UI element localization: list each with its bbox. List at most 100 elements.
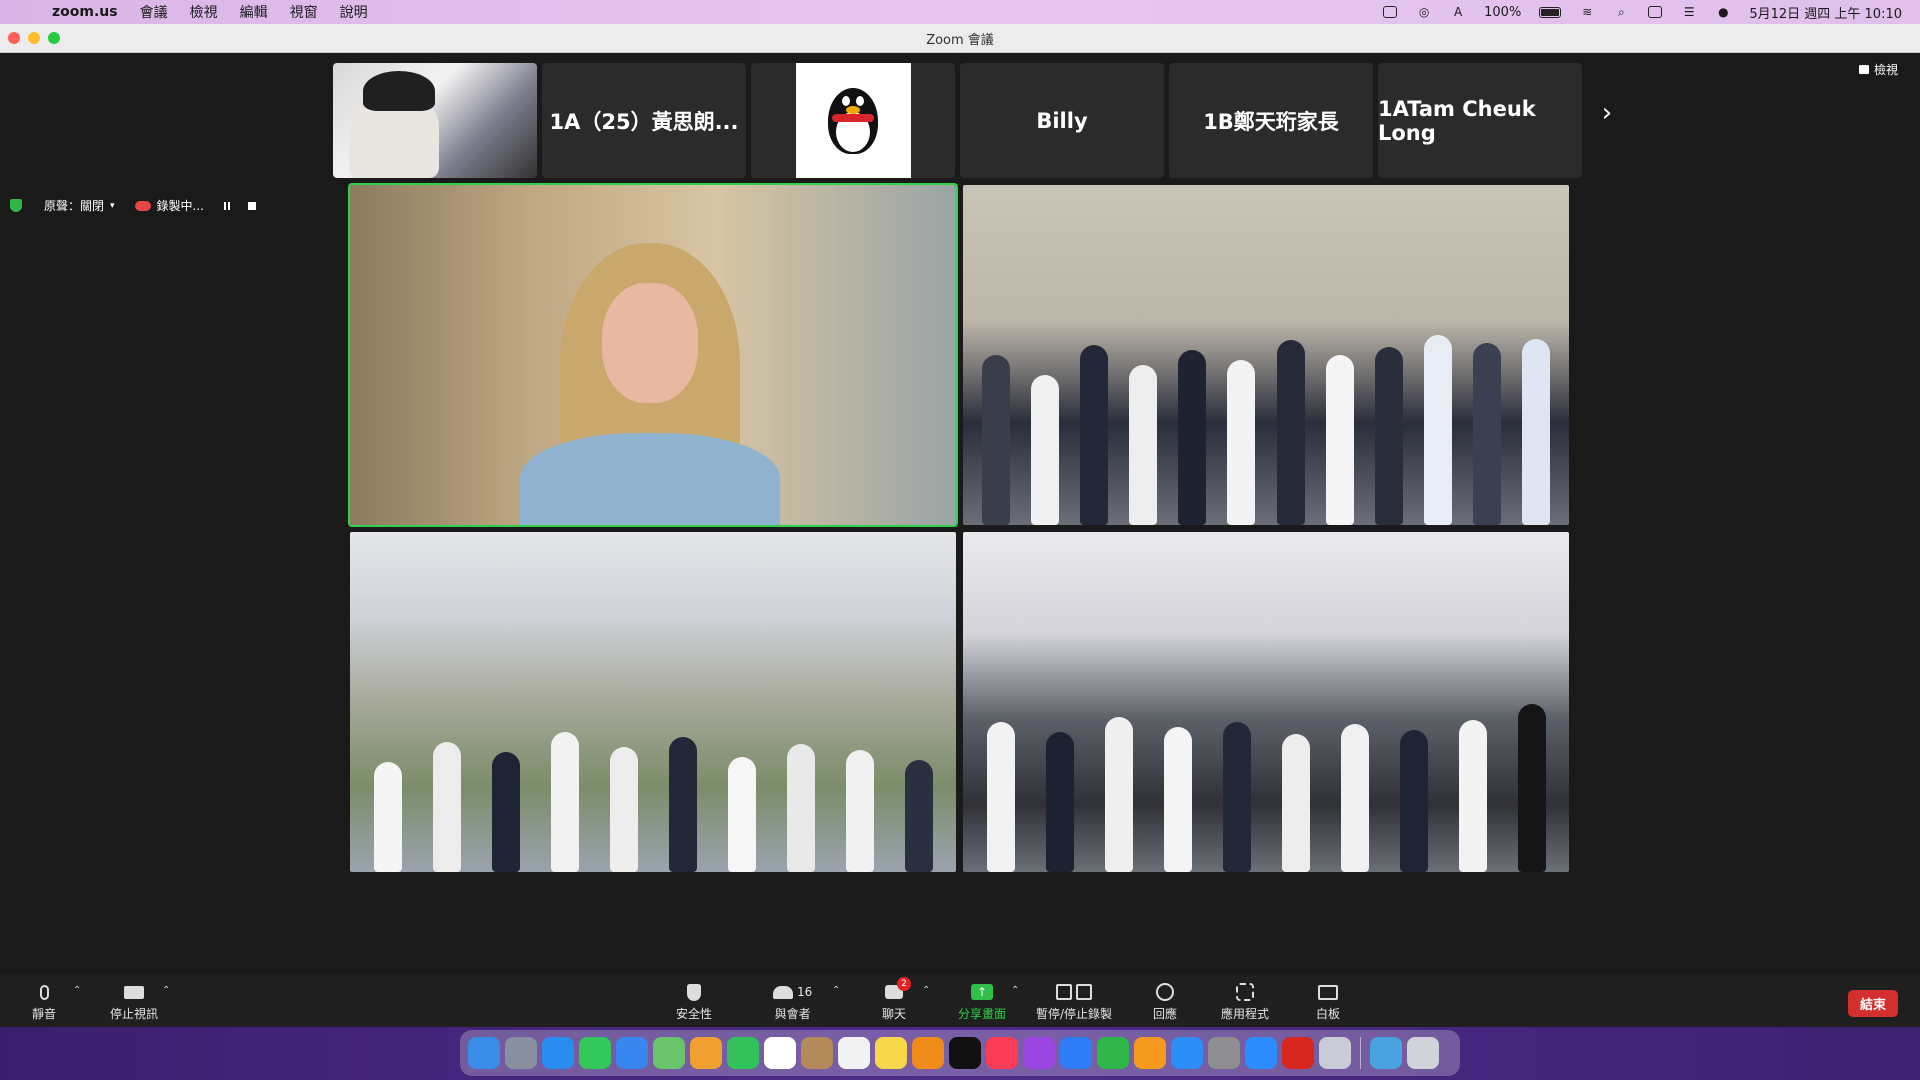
maps-icon[interactable] xyxy=(653,1037,685,1069)
security-button[interactable]: 安全性 xyxy=(676,981,712,1022)
shield-icon xyxy=(687,983,701,1001)
photos-icon[interactable] xyxy=(690,1037,722,1069)
launchpad-icon[interactable] xyxy=(505,1037,537,1069)
search-icon[interactable]: ⌕ xyxy=(1613,5,1629,19)
music-icon[interactable] xyxy=(986,1037,1018,1069)
participant-thumbnail[interactable] xyxy=(751,63,955,178)
menu-edit[interactable]: 編輯 xyxy=(240,2,268,22)
avatar xyxy=(795,63,911,178)
chat-caret-icon[interactable]: ⌃ xyxy=(922,985,930,996)
downloads-folder-icon[interactable] xyxy=(1370,1037,1402,1069)
zoom-icon[interactable] xyxy=(1245,1037,1277,1069)
zoom-status-icon[interactable] xyxy=(1382,5,1398,19)
recording-status: 錄製中... xyxy=(156,199,204,213)
share-screen-icon: ↑ xyxy=(971,984,993,1000)
pause-stop-recording-button[interactable]: 暫停/停止錄製 xyxy=(1036,981,1112,1022)
notes-icon[interactable] xyxy=(875,1037,907,1069)
reminders-icon[interactable] xyxy=(838,1037,870,1069)
maximize-window-button[interactable] xyxy=(48,32,60,44)
participant-thumbnail[interactable]: Billy xyxy=(960,63,1164,178)
control-center-icon[interactable]: ☰ xyxy=(1681,5,1697,19)
safari-icon[interactable] xyxy=(542,1037,574,1069)
participant-thumbnail[interactable] xyxy=(333,63,537,178)
pause-icon xyxy=(1056,984,1073,1000)
share-caret-icon[interactable]: ⌃ xyxy=(1011,985,1019,996)
input-source-icon[interactable]: A xyxy=(1450,5,1466,19)
participants-button[interactable]: 16 與會者 xyxy=(773,981,812,1022)
grid-view-icon xyxy=(1858,65,1869,74)
messages-icon[interactable] xyxy=(579,1037,611,1069)
whiteboard-label: 白板 xyxy=(1316,1007,1341,1021)
menu-window[interactable]: 視窗 xyxy=(290,2,318,22)
chevron-down-icon[interactable]: ▾ xyxy=(110,201,115,211)
pages-icon[interactable] xyxy=(1134,1037,1166,1069)
video-tile[interactable] xyxy=(350,532,956,872)
video-tile[interactable] xyxy=(963,532,1569,872)
podcasts-icon[interactable] xyxy=(1023,1037,1055,1069)
participants-icon xyxy=(773,985,793,999)
participant-thumbnail[interactable]: 1A（25）黃思朗... xyxy=(542,63,746,178)
creative-cloud-icon[interactable]: ◎ xyxy=(1416,5,1432,19)
participants-caret-icon[interactable]: ⌃ xyxy=(832,985,840,996)
mute-button[interactable]: 靜音 xyxy=(32,981,56,1022)
finder-icon[interactable] xyxy=(468,1037,500,1069)
end-meeting-button[interactable]: 結束 xyxy=(1847,990,1898,1017)
participant-video xyxy=(963,702,1569,872)
wifi-off-icon[interactable]: ≋ xyxy=(1579,5,1595,19)
video-options-caret-icon[interactable]: ⌃ xyxy=(162,985,170,996)
pause-record-label: 暫停/停止錄製 xyxy=(1036,1007,1113,1021)
siri-icon[interactable]: ● xyxy=(1715,5,1731,19)
whiteboard-button[interactable]: 白板 xyxy=(1316,981,1340,1022)
shield-icon[interactable] xyxy=(10,199,22,212)
chat-unread-badge: 2 xyxy=(897,977,911,991)
calendar-icon[interactable] xyxy=(764,1037,796,1069)
participant-thumbnail[interactable]: 1B鄭天珩家長 xyxy=(1169,63,1373,178)
contacts-icon[interactable] xyxy=(801,1037,833,1069)
view-button-label: 檢視 xyxy=(1873,63,1898,77)
participant-name: 1B鄭天珩家長 xyxy=(1203,109,1339,134)
trash-icon[interactable] xyxy=(1407,1037,1439,1069)
menu-help[interactable]: 說明 xyxy=(340,2,368,22)
stop-icon xyxy=(1076,984,1093,1000)
video-tile[interactable] xyxy=(963,185,1569,525)
chat-button[interactable]: 2 聊天 xyxy=(882,977,911,1022)
screen-mirror-icon[interactable] xyxy=(1647,5,1663,19)
close-window-button[interactable] xyxy=(8,32,20,44)
original-sound-toggle[interactable]: 原聲：關閉 xyxy=(44,197,104,214)
chat-icon: 2 xyxy=(885,977,911,999)
meeting-area: 1A（25）黃思朗... Billy 1B鄭天珩家長 1ATam Cheuk L… xyxy=(0,53,1920,975)
minimize-window-button[interactable] xyxy=(28,32,40,44)
system-preferences-icon[interactable] xyxy=(1208,1037,1240,1069)
vlc-icon[interactable] xyxy=(912,1037,944,1069)
stop-recording-icon[interactable] xyxy=(248,201,256,210)
stop-video-button[interactable]: 停止視訊 xyxy=(110,981,158,1022)
menubar-datetime[interactable]: 5月12日 週四 上午 10:10 xyxy=(1749,3,1902,22)
apps-button[interactable]: 應用程式 xyxy=(1221,981,1269,1022)
reactions-button[interactable]: 回應 xyxy=(1153,981,1177,1022)
share-screen-button[interactable]: ↑ 分享畫面 xyxy=(958,981,1006,1022)
menu-meeting[interactable]: 會議 xyxy=(140,2,168,22)
facetime-icon[interactable] xyxy=(727,1037,759,1069)
menu-view[interactable]: 檢視 xyxy=(190,2,218,22)
view-button[interactable]: 檢視 xyxy=(1858,61,1898,78)
participant-strip: 1A（25）黃思朗... Billy 1B鄭天珩家長 1ATam Cheuk L… xyxy=(333,63,1582,178)
mac-dock xyxy=(460,1030,1460,1076)
keynote-icon[interactable] xyxy=(1060,1037,1092,1069)
video-tile-active-speaker[interactable] xyxy=(350,185,956,525)
meeting-toolbar: 靜音 ⌃ 停止視訊 ⌃ 安全性 16 與會者 ⌃ 2 聊天 ⌃ ↑ 分享畫面 ⌃… xyxy=(0,975,1920,1027)
apple-tv-icon[interactable] xyxy=(949,1037,981,1069)
app-store-icon[interactable] xyxy=(1171,1037,1203,1069)
smiley-icon xyxy=(1156,983,1174,1001)
pause-recording-icon[interactable] xyxy=(224,201,230,210)
battery-icon[interactable] xyxy=(1539,6,1562,18)
acrobat-icon[interactable] xyxy=(1282,1037,1314,1069)
chevron-right-icon[interactable]: › xyxy=(1597,93,1617,133)
audio-options-caret-icon[interactable]: ⌃ xyxy=(73,985,81,996)
preview-icon[interactable] xyxy=(1319,1037,1351,1069)
numbers-icon[interactable] xyxy=(1097,1037,1129,1069)
mail-icon[interactable] xyxy=(616,1037,648,1069)
menu-app-name[interactable]: zoom.us xyxy=(52,4,118,20)
participant-name: 1ATam Cheuk Long xyxy=(1378,96,1536,145)
participant-thumbnail[interactable]: 1ATam Cheuk Long xyxy=(1378,63,1582,178)
participant-name: Billy xyxy=(1036,108,1088,133)
